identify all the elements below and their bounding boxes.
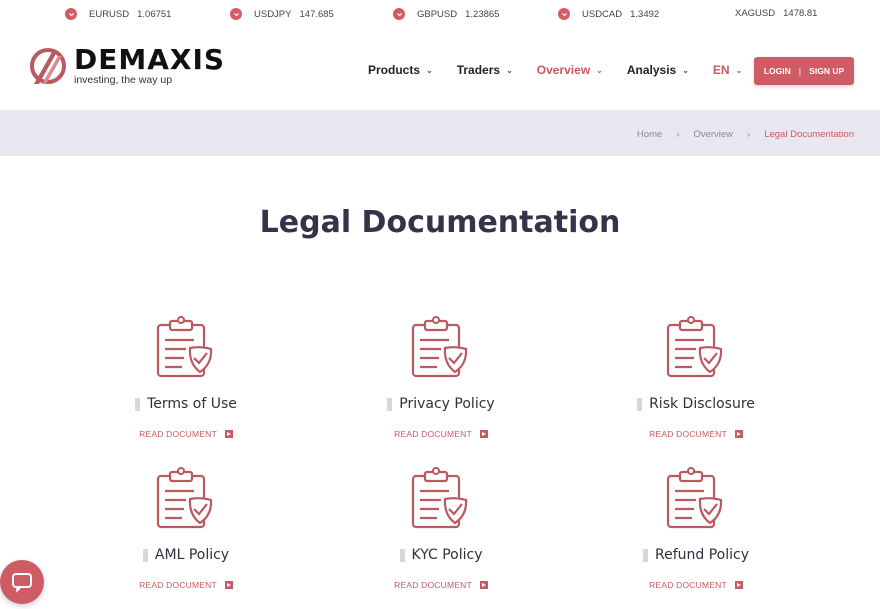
chevron-down-icon: ⌄: [426, 65, 433, 75]
chevron-down-icon: [230, 8, 242, 20]
main-nav: Products ⌄ Traders ⌄ Overview ⌄ Analysis ⌄ E…: [368, 63, 766, 77]
login-signup-button[interactable]: LOGIN | SIGN UP: [754, 57, 854, 85]
read-document-link[interactable]: READ DOCUMENT: [596, 429, 796, 439]
chevron-down-icon: [65, 8, 77, 20]
ticker-item: GBPUSD 1.23865: [393, 8, 499, 20]
nav-traders[interactable]: Traders ⌄: [457, 63, 513, 77]
brand-name: DEMAXIS: [74, 43, 226, 76]
language-selector[interactable]: EN ⌄: [713, 63, 742, 77]
read-document-link[interactable]: READ DOCUMENT: [86, 580, 286, 590]
play-icon: [224, 581, 233, 589]
clipboard-check-icon: [411, 467, 468, 529]
nav-products[interactable]: Products ⌄: [368, 63, 433, 77]
signup-link[interactable]: SIGN UP: [809, 66, 844, 76]
title-marker: [399, 548, 405, 562]
breadcrumb: Home › Overview › Legal Documentation: [637, 129, 854, 140]
logo-mark-icon: [30, 48, 66, 84]
ticker-bar: EURUSD 1.06751 USDJPY 147.685 GBPUSD 1.2…: [0, 0, 880, 30]
clipboard-check-icon: [156, 316, 213, 378]
clipboard-check-icon: [411, 316, 468, 378]
chat-bubble-icon: [12, 573, 32, 593]
document-title: Privacy Policy: [341, 396, 541, 412]
read-document-link[interactable]: READ DOCUMENT: [341, 580, 541, 590]
breadcrumb-separator-icon: ›: [747, 129, 751, 140]
play-icon: [224, 430, 233, 438]
document-title: Refund Policy: [596, 547, 796, 563]
ticker-item: EURUSD 1.06751: [65, 8, 171, 20]
document-card: Terms of Use READ DOCUMENT: [86, 316, 286, 439]
clipboard-check-icon: [666, 467, 723, 529]
breadcrumb-bar: Home › Overview › Legal Documentation: [0, 110, 880, 156]
play-icon: [479, 430, 488, 438]
document-card: KYC Policy READ DOCUMENT: [341, 467, 541, 590]
chevron-down-icon: ⌄: [596, 65, 603, 75]
chevron-down-icon: ⌄: [682, 65, 689, 75]
clipboard-check-icon: [666, 316, 723, 378]
ticker-item: XAGUSD 1478.81: [735, 8, 818, 19]
clipboard-check-icon: [156, 467, 213, 529]
title-marker: [135, 397, 141, 411]
read-document-link[interactable]: READ DOCUMENT: [341, 429, 541, 439]
read-document-link[interactable]: READ DOCUMENT: [86, 429, 286, 439]
play-icon: [734, 581, 743, 589]
nav-analysis[interactable]: Analysis ⌄: [627, 63, 689, 77]
chevron-down-icon: [558, 8, 570, 20]
brand-logo[interactable]: DEMAXIS investing, the way up: [28, 44, 225, 88]
document-title: AML Policy: [86, 547, 286, 563]
live-chat-button[interactable]: [0, 560, 44, 604]
title-marker: [643, 548, 648, 562]
play-icon: [479, 581, 488, 589]
breadcrumb-separator-icon: ›: [676, 129, 680, 140]
login-link[interactable]: LOGIN: [764, 66, 791, 76]
read-document-link[interactable]: READ DOCUMENT: [596, 580, 796, 590]
document-card: Risk Disclosure READ DOCUMENT: [596, 316, 796, 439]
title-marker: [387, 397, 393, 411]
document-card: Privacy Policy READ DOCUMENT: [341, 316, 541, 439]
breadcrumb-current: Legal Documentation: [764, 129, 854, 140]
chevron-down-icon: ⌄: [506, 65, 513, 75]
document-card: Refund Policy READ DOCUMENT: [596, 467, 796, 590]
ticker-item: USDJPY 147.685: [230, 8, 334, 20]
document-title: Terms of Use: [86, 396, 286, 412]
chevron-down-icon: ⌄: [735, 65, 743, 75]
ticker-item: USDCAD 1.3492: [558, 8, 659, 20]
site-header: DEMAXIS investing, the way up Products ⌄ …: [0, 30, 880, 110]
document-title: Risk Disclosure: [596, 396, 796, 412]
auth-separator: |: [798, 66, 802, 76]
breadcrumb-overview[interactable]: Overview: [693, 129, 733, 140]
title-marker: [142, 548, 148, 562]
chevron-down-icon: [393, 8, 405, 20]
title-marker: [637, 397, 643, 411]
document-title: KYC Policy: [341, 547, 541, 563]
page-title: Legal Documentation: [259, 205, 621, 240]
document-card: AML Policy READ DOCUMENT: [86, 467, 286, 590]
play-icon: [734, 430, 743, 438]
breadcrumb-home[interactable]: Home: [637, 129, 662, 140]
nav-overview[interactable]: Overview ⌄: [537, 63, 603, 77]
